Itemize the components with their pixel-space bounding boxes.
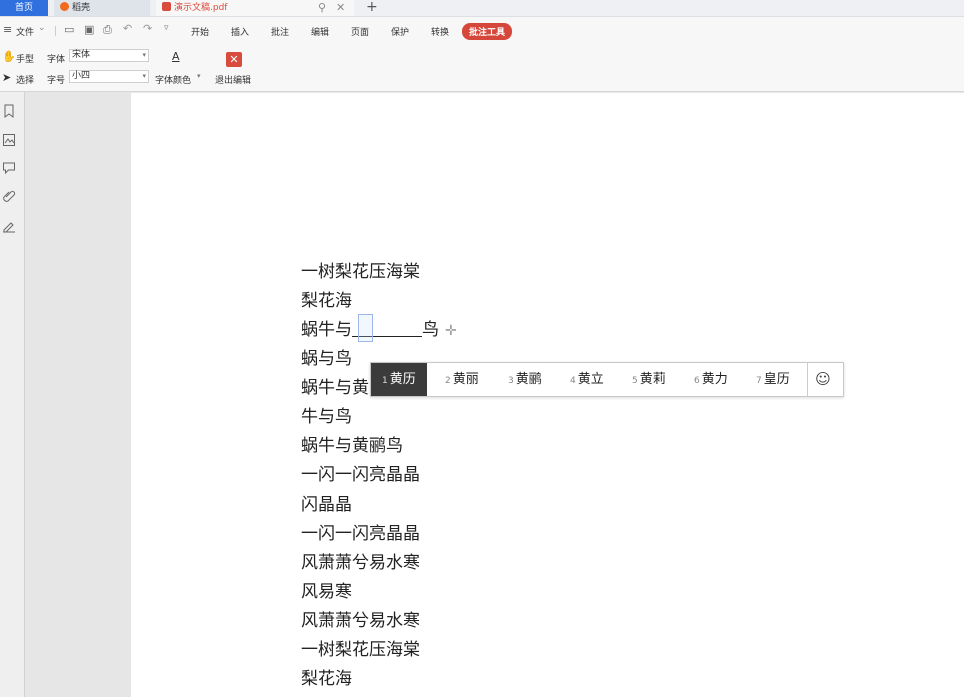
print-icon[interactable]: ⎙ xyxy=(103,23,112,37)
quick-access-dropdown-icon[interactable]: ▿ xyxy=(164,23,169,33)
size-label: 字号 xyxy=(47,76,66,86)
menu-edit[interactable]: 编辑 xyxy=(311,25,329,38)
pointer-icon[interactable]: ➤ xyxy=(2,71,11,84)
ime-candidate-4[interactable]: 4 黄立 xyxy=(570,363,604,396)
exit-edit-button[interactable]: 退出编辑 xyxy=(215,73,251,86)
menu-annotate[interactable]: 批注 xyxy=(271,25,289,38)
doc-line-3-tail: 鸟 xyxy=(422,320,439,340)
ime-candidate-window: 1 黄历 2 黄丽 3 黄鹂 4 黄立 5 黄莉 6 黄力 7 皇历 ☺ xyxy=(370,362,844,397)
font-color-button[interactable]: 字体颜色 xyxy=(155,73,191,86)
doc-line-7[interactable]: 蜗牛与黄鹂鸟 xyxy=(301,435,403,457)
tab-pdf-label: 演示文稿.pdf xyxy=(174,3,228,13)
redo-icon[interactable]: ↷ xyxy=(143,22,152,35)
menu-bar: ≡ 文件 ⌄ ▭ ▣ ⎙ ↶ ↷ ▿ 开始 插入 批注 编辑 页面 保护 转换 … xyxy=(0,17,964,44)
thumbnail-icon[interactable] xyxy=(2,133,16,147)
menu-page[interactable]: 页面 xyxy=(351,25,369,38)
pdf-file-icon xyxy=(162,2,171,11)
hamburger-icon[interactable]: ≡ xyxy=(3,23,12,36)
font-color-icon[interactable]: A xyxy=(172,50,180,63)
ime-divider xyxy=(807,363,808,396)
tab-daoke-label: 稻壳 xyxy=(72,3,91,13)
exit-edit-icon[interactable]: ✕ xyxy=(226,52,242,67)
open-folder-icon[interactable]: ▭ xyxy=(64,23,74,36)
doc-line-12[interactable]: 风易寒 xyxy=(301,581,352,603)
move-cursor-icon: ✛ xyxy=(445,323,457,339)
menu-annotation-tools[interactable]: 批注工具 xyxy=(462,23,513,40)
doc-line-2[interactable]: 梨花海 xyxy=(301,290,352,312)
doc-line-10[interactable]: 一闪一闪亮晶晶 xyxy=(301,523,420,545)
attachment-icon[interactable] xyxy=(2,189,16,203)
menu-protect[interactable]: 保护 xyxy=(391,25,409,38)
doc-line-11[interactable]: 风萧萧兮易水寒 xyxy=(301,552,420,574)
doc-line-6[interactable]: 牛与鸟 xyxy=(301,406,352,428)
menu-file[interactable]: 文件 xyxy=(16,25,34,38)
font-label: 字体 xyxy=(47,55,66,65)
select-tool-label[interactable]: 选择 xyxy=(16,73,34,86)
left-sidebar xyxy=(0,92,25,697)
doc-line-3-text: 蜗牛与 xyxy=(301,320,352,340)
doc-line-15[interactable]: 梨花海 xyxy=(301,668,352,690)
ime-candidate-5[interactable]: 5 黄莉 xyxy=(632,363,666,396)
doc-line-8[interactable]: 一闪一闪亮晶晶 xyxy=(301,464,420,486)
menu-start[interactable]: 开始 xyxy=(191,25,209,38)
chevron-down-icon: ▾ xyxy=(142,51,146,59)
menu-insert[interactable]: 插入 xyxy=(231,25,249,38)
doc-line-4[interactable]: 蜗与鸟 xyxy=(301,348,352,370)
chevron-down-icon: ▾ xyxy=(142,72,146,80)
pin-icon[interactable]: ⚲ xyxy=(318,0,326,16)
close-tab-icon[interactable]: ✕ xyxy=(336,0,345,16)
bookmark-icon[interactable] xyxy=(2,104,16,118)
doc-line-14[interactable]: 一树梨花压海棠 xyxy=(301,639,420,661)
annotation-toolbar: ✋ 手型 ➤ 选择 字体 宋体 ▾ 字号 小四 ▾ A 字体颜色 ▾ ✕ 退出编… xyxy=(0,44,964,92)
font-size-select[interactable]: 小四 ▾ xyxy=(69,70,149,83)
ime-candidate-2[interactable]: 2 黄丽 xyxy=(445,363,479,396)
hand-icon[interactable]: ✋ xyxy=(2,50,16,63)
save-icon[interactable]: ▣ xyxy=(84,23,94,36)
daoke-logo-icon xyxy=(60,2,69,11)
font-select[interactable]: 宋体 ▾ xyxy=(69,49,149,62)
divider xyxy=(55,26,56,36)
text-cursor xyxy=(358,314,373,342)
doc-line-5[interactable]: 蜗牛与黄 xyxy=(301,377,369,399)
canvas-margin xyxy=(25,92,131,697)
hand-tool-label[interactable]: 手型 xyxy=(16,52,34,65)
tab-home[interactable]: 首页 xyxy=(0,0,48,16)
doc-line-9[interactable]: 闪晶晶 xyxy=(301,494,352,516)
ime-candidate-6[interactable]: 6 黄力 xyxy=(694,363,728,396)
font-color-dropdown-icon[interactable]: ▾ xyxy=(197,72,201,80)
doc-line-13[interactable]: 风萧萧兮易水寒 xyxy=(301,610,420,632)
ime-candidate-7[interactable]: 7 皇历 xyxy=(756,363,790,396)
font-size-select-value: 小四 xyxy=(72,71,91,81)
menu-convert[interactable]: 转换 xyxy=(431,25,449,38)
doc-line-1[interactable]: 一树梨花压海棠 xyxy=(301,261,420,283)
comment-icon[interactable] xyxy=(2,161,16,175)
ime-candidate-3[interactable]: 3 黄鹂 xyxy=(508,363,542,396)
tab-daoke[interactable]: 稻壳 xyxy=(54,0,150,16)
doc-line-3[interactable]: 蜗牛与 鸟 ✛ xyxy=(301,314,457,342)
ime-candidate-1[interactable]: 1 黄历 xyxy=(371,363,427,396)
tab-bar: 首页 稻壳 演示文稿.pdf ⚲ ✕ + xyxy=(0,0,964,17)
undo-icon[interactable]: ↶ xyxy=(123,22,132,35)
chevron-down-icon[interactable]: ⌄ xyxy=(38,23,46,33)
new-tab-button[interactable]: + xyxy=(366,0,378,14)
signature-icon[interactable] xyxy=(2,219,16,233)
emoji-icon[interactable]: ☺ xyxy=(815,371,831,387)
font-select-value: 宋体 xyxy=(72,50,91,60)
blank-fill-field[interactable] xyxy=(352,314,422,342)
